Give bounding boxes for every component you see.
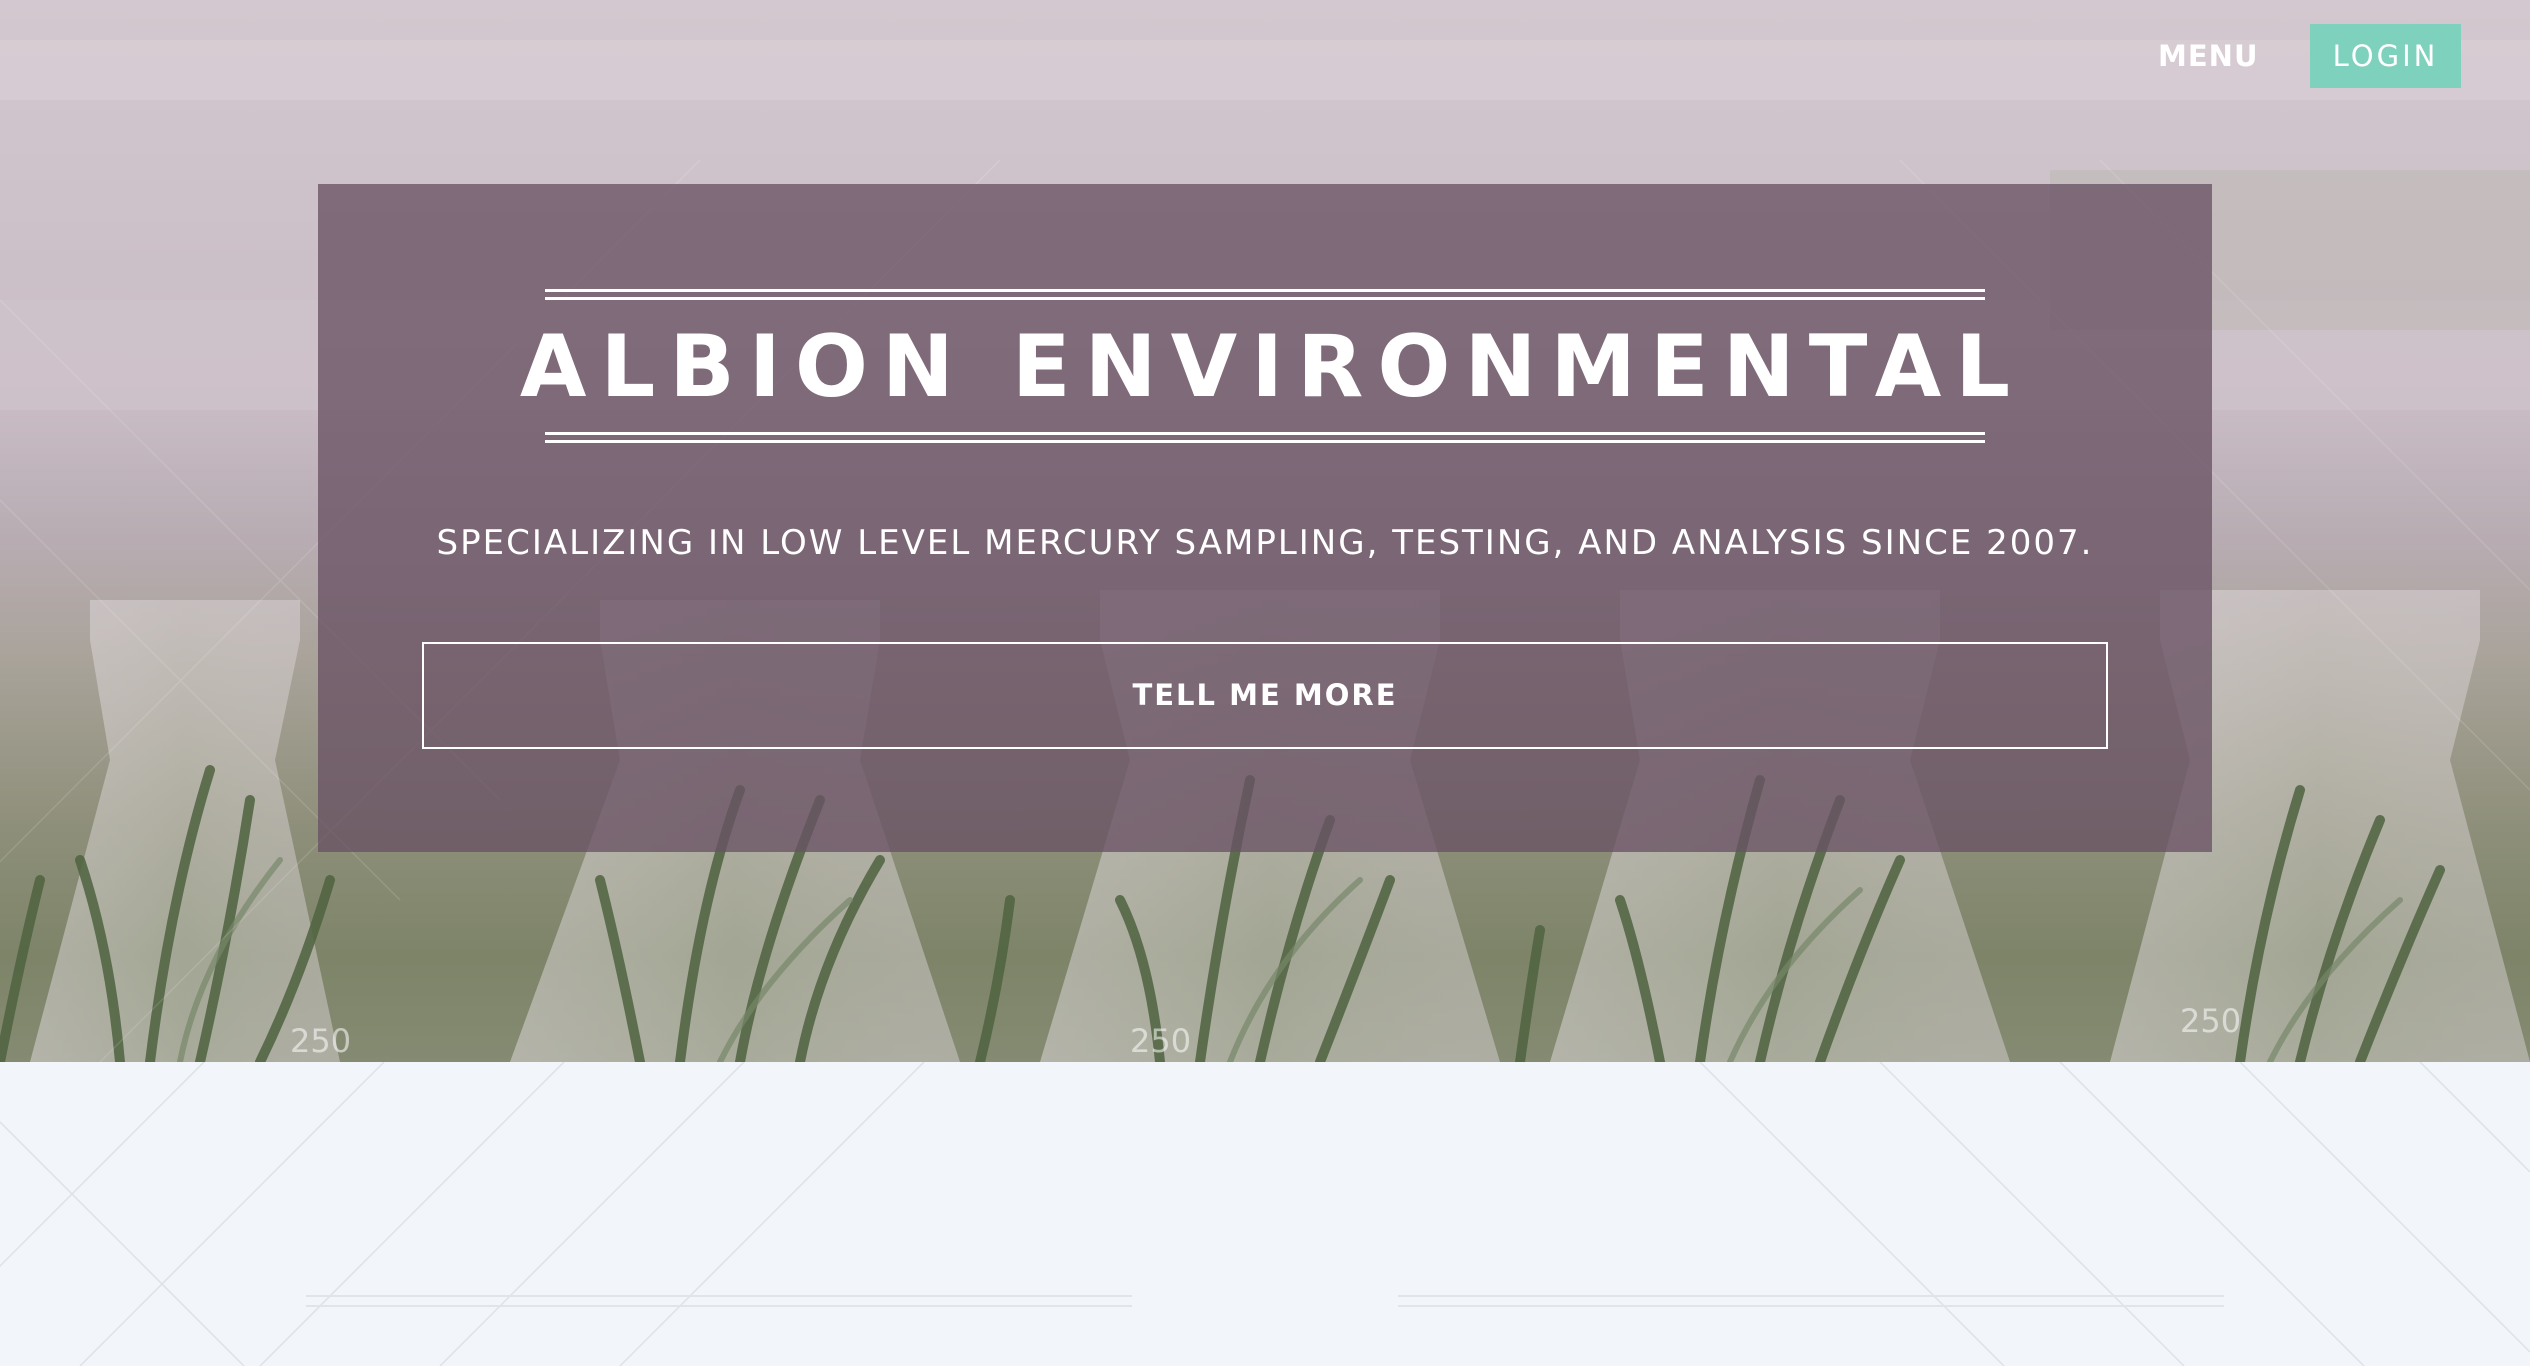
title-rule-bottom-outer bbox=[545, 440, 1985, 443]
title-rule-top-outer bbox=[545, 289, 1985, 292]
hero-section: 250 250 250 MENU LOGIN ALBION ENVIRONMENTA… bbox=[0, 0, 2530, 1062]
flask-marking: 250 bbox=[290, 1022, 351, 1060]
title-rule-bottom-inner bbox=[545, 432, 1985, 435]
login-button[interactable]: LOGIN bbox=[2310, 24, 2461, 88]
site-title: ALBION ENVIRONMENTAL bbox=[519, 317, 2025, 417]
content-section bbox=[0, 1062, 2530, 1366]
title-rule-top-inner bbox=[545, 297, 1985, 300]
page: 250 250 250 MENU LOGIN ALBION ENVIRONMENTA… bbox=[0, 0, 2530, 1366]
flask-marking: 250 bbox=[1130, 1022, 1191, 1060]
menu-link[interactable]: MENU bbox=[2158, 34, 2258, 78]
tell-me-more-button[interactable]: TELL ME MORE bbox=[422, 642, 2108, 749]
section-divider-right bbox=[1398, 1295, 2224, 1307]
hero-tagline: SPECIALIZING IN LOW LEVEL MERCURY SAMPLI… bbox=[436, 523, 2094, 563]
flask-marking: 250 bbox=[2180, 1002, 2241, 1040]
diagonal-pattern-background bbox=[0, 1062, 2530, 1366]
section-divider-left bbox=[306, 1295, 1132, 1307]
